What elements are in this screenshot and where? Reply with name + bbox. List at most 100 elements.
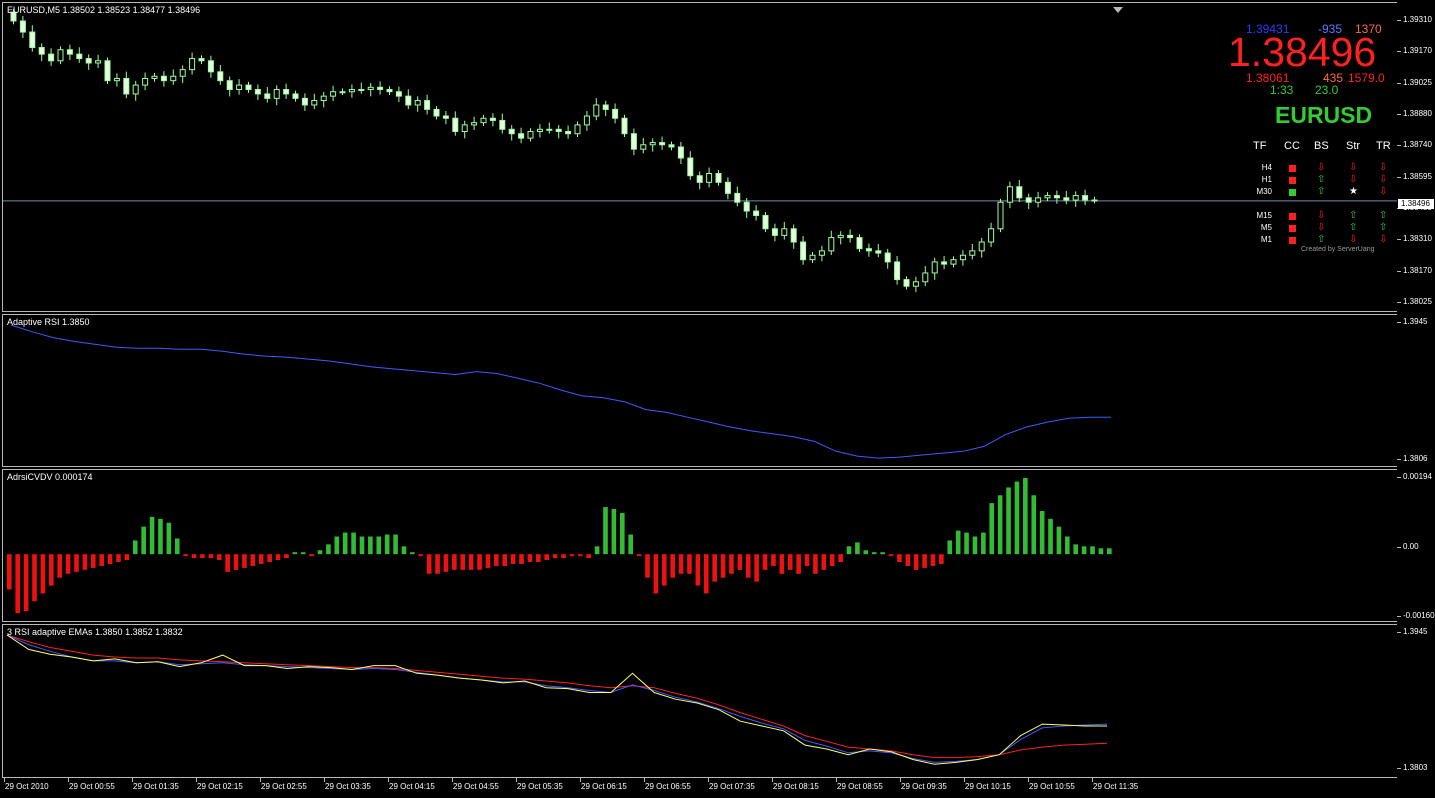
arrow-down-icon: ⇩: [1379, 186, 1388, 197]
cvdv-bar: [1107, 548, 1112, 555]
cvdv-bar: [829, 554, 835, 566]
cvdv-bar: [359, 536, 365, 555]
cvdv-bar: [628, 534, 633, 555]
arrow-up-icon: ⇧: [1317, 186, 1326, 197]
candle: [1035, 197, 1042, 203]
rsi-pane[interactable]: Adaptive RSI 1.3850: [2, 314, 1399, 467]
cc-indicator: [1289, 213, 1296, 220]
candle: [123, 77, 130, 95]
candle: [753, 210, 760, 216]
cvdv-bar: [653, 554, 659, 594]
candle: [922, 272, 929, 283]
cvdv-bar: [687, 554, 692, 574]
cc-indicator: [1289, 237, 1296, 244]
axis-tick: [1397, 322, 1401, 323]
cvdv-bar: [376, 536, 382, 555]
cvdv-bar: [1065, 536, 1070, 555]
cvdv-bar: [745, 554, 751, 578]
credit-text: Created by ServerUang: [1301, 246, 1375, 253]
axis-tick: [1397, 632, 1401, 633]
cvdv-bar: [720, 554, 726, 578]
candle: [320, 95, 327, 102]
cvdv-pane[interactable]: AdrsiCVDV 0.000174: [2, 469, 1399, 622]
candle: [828, 237, 835, 252]
candle: [499, 119, 506, 130]
candle: [988, 228, 995, 243]
candlestick-chart[interactable]: [3, 3, 1398, 311]
cc-indicator: [1289, 177, 1296, 184]
ema-yellow-line: [6, 634, 1107, 765]
candle: [330, 91, 337, 97]
tf-label: M1: [1260, 235, 1272, 244]
candle: [226, 80, 233, 91]
candle: [527, 131, 534, 139]
cvdv-bar: [787, 554, 793, 570]
axis-label: 1.38880: [1403, 109, 1432, 118]
candle: [847, 234, 854, 239]
cvdv-bar: [99, 554, 104, 566]
cvdv-bar: [502, 554, 508, 566]
time-label: 29 Oct 09:35: [901, 782, 947, 791]
axis-label: 1.38595: [1403, 171, 1432, 181]
axis-label: 1.3945: [1403, 627, 1428, 636]
cvdv-bar: [48, 554, 54, 586]
candle: [236, 84, 243, 91]
cvdv-bar: [947, 540, 953, 555]
arrow-down-icon: ⇩: [1379, 234, 1388, 245]
cvdv-bar: [384, 534, 390, 555]
time-label: 29 Oct 01:35: [133, 782, 179, 791]
axis-label: 1.39025: [1403, 77, 1432, 87]
dashboard-header: BS: [1314, 140, 1329, 152]
emas-line-chart: [6, 634, 1108, 765]
cc-indicator: [1289, 189, 1296, 196]
rsi-axis[interactable]: 1.3945 1.3806: [1397, 314, 1435, 467]
axis-label: 1.38170: [1403, 265, 1432, 275]
cvdv-bar: [754, 554, 759, 582]
cvdv-bar: [586, 554, 592, 559]
cvdv-bar: [410, 552, 415, 555]
current-price-tag: 1.38496: [1398, 199, 1434, 209]
cvdv-bar: [401, 546, 407, 555]
main-chart-pane[interactable]: EURUSD,M5 1.38502 1.38523 1.38477 1.3849…: [2, 2, 1399, 312]
candle: [715, 172, 722, 183]
candle: [546, 128, 553, 131]
cvdv-bar: [1056, 526, 1062, 555]
cvdv-bar: [997, 495, 1003, 555]
candle: [555, 128, 562, 133]
candle: [424, 100, 431, 110]
candle: [1016, 186, 1023, 199]
emas-pane[interactable]: 3 RSI adaptive EMAs 1.3850 1.3852 1.3832: [2, 624, 1399, 778]
cvdv-bar: [74, 554, 79, 572]
time-label: 29 Oct 08:55: [837, 782, 883, 791]
cvdv-bar: [603, 507, 608, 555]
cvdv-bar: [1031, 495, 1037, 555]
cvdv-bar: [619, 512, 625, 555]
cvdv-bar: [166, 522, 172, 555]
cvdv-bar: [846, 546, 852, 555]
cvdv-bar: [443, 554, 449, 572]
time-label: 29 Oct 04:55: [453, 782, 499, 791]
cvdv-bar: [594, 546, 600, 555]
candle: [367, 86, 374, 91]
cvdv-bar: [813, 554, 818, 574]
dashboard-header: TR: [1376, 140, 1391, 152]
emas-title: 3 RSI adaptive EMAs 1.3850 1.3852 1.3832: [7, 627, 183, 637]
candle: [254, 89, 261, 95]
candle: [95, 60, 102, 64]
cvdv-axis[interactable]: 0.00194 0.00 -0.00160: [1397, 469, 1435, 622]
candle: [104, 60, 111, 82]
cvdv-bar: [1081, 546, 1087, 555]
time-label: 29 Oct 00:55: [69, 782, 115, 791]
emas-axis[interactable]: 1.3945 1.3803: [1397, 624, 1435, 778]
star-icon: ★: [1349, 186, 1358, 197]
cvdv-bar: [141, 526, 146, 555]
cvdv-bar: [208, 554, 214, 559]
time-axis[interactable]: 29 Oct 2010 29 Oct 00:55 29 Oct 01:35 29 Oc…: [0, 778, 1435, 798]
cvdv-bar: [981, 532, 986, 555]
candle: [884, 252, 891, 263]
candle: [762, 214, 769, 230]
main-price-axis[interactable]: 1.39310 1.39170 1.39025 1.38880 1.38740 1.385…: [1397, 2, 1435, 312]
chart-shift-marker[interactable]: [1113, 7, 1123, 13]
axis-label: 1.39170: [1403, 46, 1432, 56]
axis-tick: [1397, 176, 1401, 178]
